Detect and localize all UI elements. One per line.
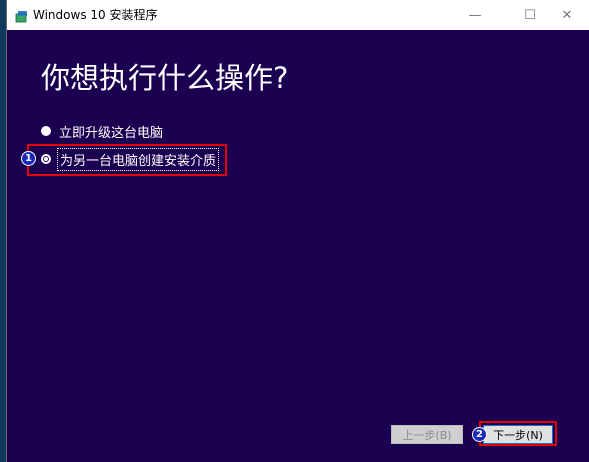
setup-window: Windows 10 安装程序 — ☐ ✕ 你想执行什么操作? 立即升级这台电脑… [6,0,589,462]
setup-app-icon [15,8,29,23]
back-button[interactable]: 上一步(B) [391,425,463,444]
step-badge-2: 2 [472,427,487,442]
minimize-button[interactable]: — [452,0,498,30]
page-heading: 你想执行什么操作? [41,61,289,95]
option-label: 立即升级这台电脑 [59,125,164,141]
close-button[interactable]: ✕ [544,0,589,30]
title-bar: Windows 10 安装程序 — ☐ ✕ [7,0,589,30]
option-upgrade-now[interactable]: 立即升级这台电脑 [41,122,164,141]
highlight-box-option [27,144,227,176]
window-title: Windows 10 安装程序 [33,8,158,22]
step-badge-1: 1 [21,151,36,166]
radio-unselected-icon[interactable] [41,126,51,136]
highlight-box-next [479,421,557,446]
